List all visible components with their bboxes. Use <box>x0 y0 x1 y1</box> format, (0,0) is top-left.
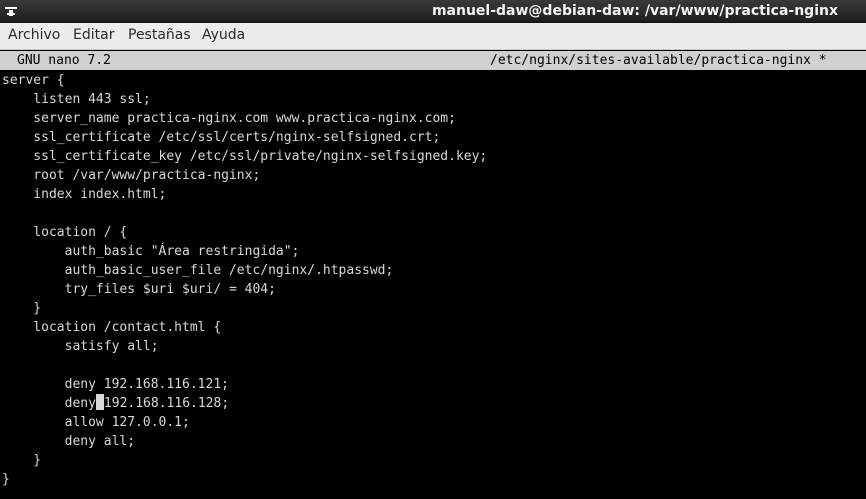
nano-title-bar: GNU nano 7.2 /etc/nginx/sites-available/… <box>0 51 866 70</box>
code-line: listen 443 ssl; <box>2 92 151 107</box>
code-line: deny 192.168.116.128; <box>2 394 866 413</box>
nano-version: GNU nano 7.2 <box>17 53 111 68</box>
nano-filename: /etc/nginx/sites-available/practica-ngin… <box>490 53 827 68</box>
menu-archivo[interactable]: Archivo <box>8 27 60 44</box>
code-line: server_name practica-nginx.com www.pract… <box>2 111 456 126</box>
code-line: root /var/www/practica-nginx; <box>2 168 261 183</box>
code-line: location / { <box>2 225 128 240</box>
code-line: deny all; <box>2 434 136 449</box>
code-line: deny 192.168.116.121; <box>2 377 229 392</box>
code-line: } <box>2 301 42 316</box>
code-line: auth_basic "Área restringida"; <box>2 244 300 259</box>
code-line: } <box>2 472 10 487</box>
menu-pestanas[interactable]: Pestañas <box>128 27 191 44</box>
code-text: 192.168.116.128; <box>103 396 230 411</box>
code-line: } <box>2 453 42 468</box>
code-line: allow 127.0.0.1; <box>2 415 190 430</box>
code-line: auth_basic_user_file /etc/nginx/.htpassw… <box>2 263 394 278</box>
code-line: ssl_certificate /etc/ssl/certs/nginx-sel… <box>2 130 441 145</box>
terminal-icon[interactable] <box>4 4 18 18</box>
title-bar[interactable]: manuel-daw@debian-daw: /var/www/practica… <box>0 0 866 23</box>
menu-ayuda[interactable]: Ayuda <box>202 27 245 44</box>
terminal-area[interactable]: GNU nano 7.2 /etc/nginx/sites-available/… <box>0 50 866 499</box>
code-line: satisfy all; <box>2 339 159 354</box>
text-cursor <box>95 394 104 410</box>
terminal-window: manuel-daw@debian-daw: /var/www/practica… <box>0 0 866 499</box>
editor-buffer[interactable]: server { listen 443 ssl; server_name pra… <box>2 71 866 489</box>
code-line: try_files $uri $uri/ = 404; <box>2 282 276 297</box>
menu-bar: Archivo Editar Pestañas Ayuda <box>0 23 866 50</box>
menu-editar[interactable]: Editar <box>73 27 114 44</box>
code-line: ssl_certificate_key /etc/ssl/private/ngi… <box>2 149 488 164</box>
window-title: manuel-daw@debian-daw: /var/www/practica… <box>431 3 838 19</box>
code-line: location /contact.html { <box>2 320 222 335</box>
code-text: deny <box>2 396 96 411</box>
code-line: server { <box>2 73 65 88</box>
code-line: index index.html; <box>2 187 167 202</box>
